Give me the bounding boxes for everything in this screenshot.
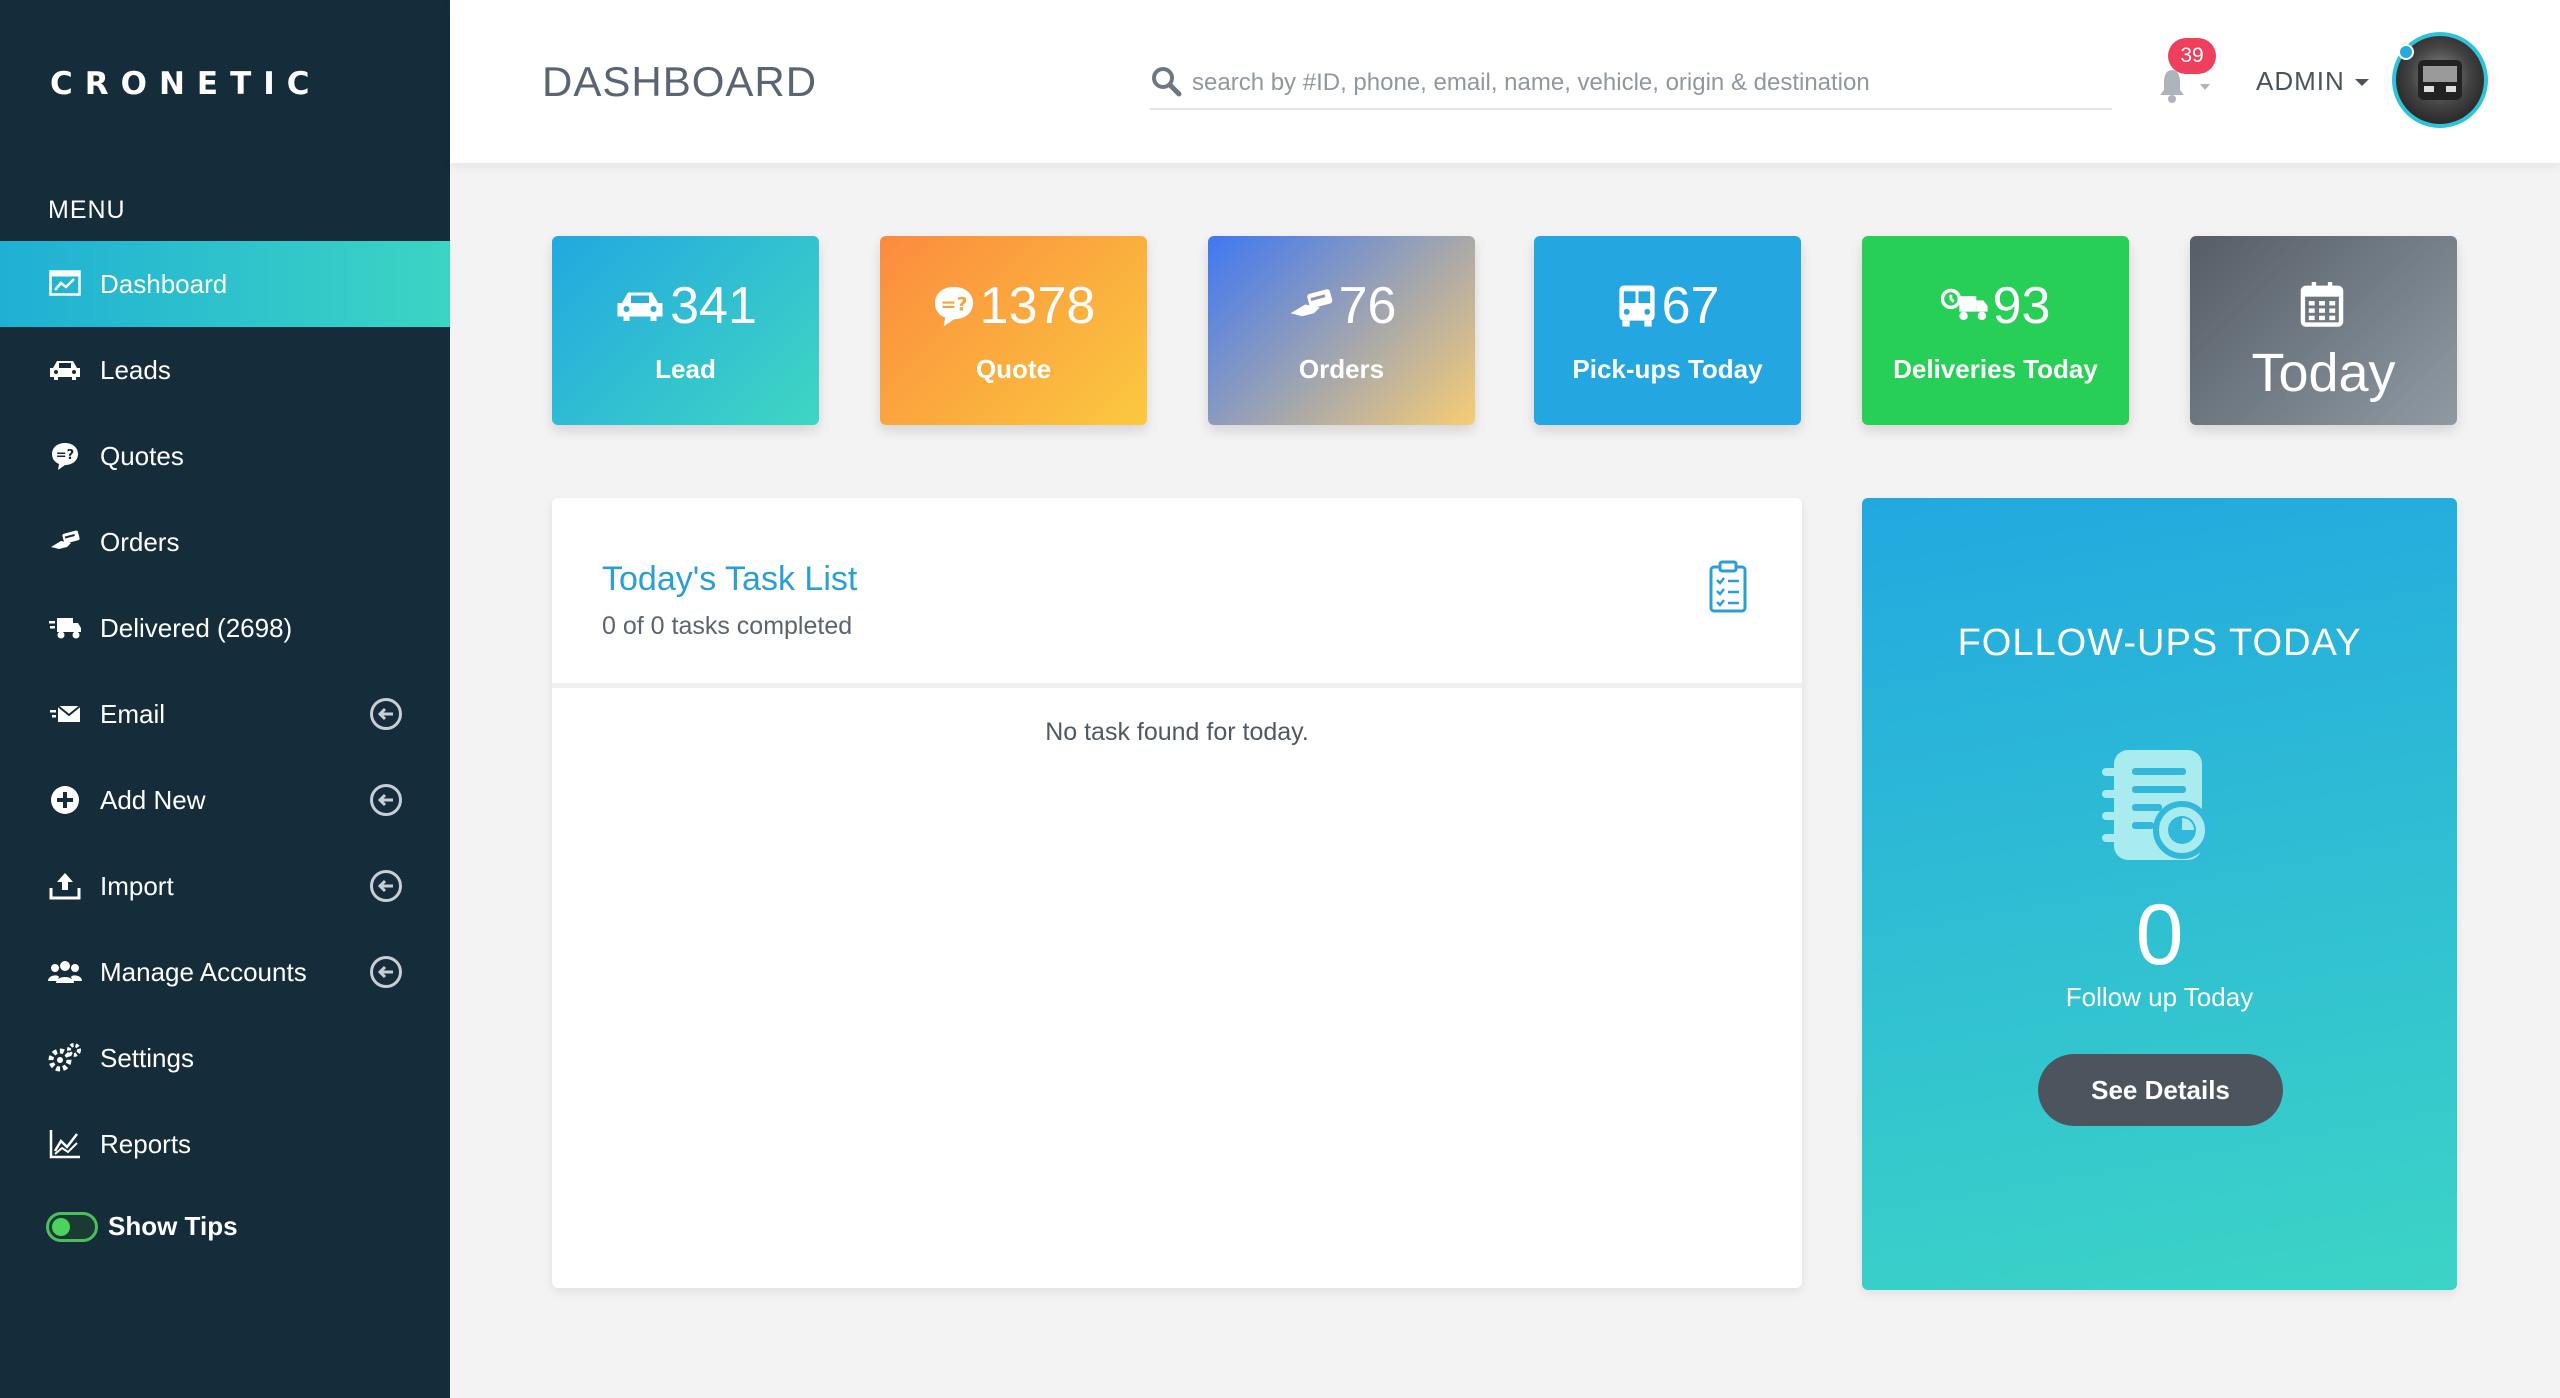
app-logo[interactable]: CRONETIC xyxy=(50,66,322,102)
empty-task-message: No task found for today. xyxy=(1045,718,1309,746)
email-icon xyxy=(48,697,82,731)
sidebar-item-label: Add New xyxy=(100,784,206,815)
sidebar-item-settings[interactable]: Settings xyxy=(0,1015,450,1101)
truck-icon xyxy=(48,611,82,645)
svg-text:=?: =? xyxy=(56,448,74,463)
upload-icon xyxy=(48,869,82,903)
calendar-icon xyxy=(2300,282,2343,327)
task-list-header: Today's Task List 0 of 0 tasks completed xyxy=(552,498,1802,688)
plus-circle-icon xyxy=(48,783,82,817)
users-icon xyxy=(48,955,82,989)
orders-count: 76 xyxy=(1338,277,1397,335)
notification-count-badge: 39 xyxy=(2168,38,2216,74)
expand-arrow-icon[interactable] xyxy=(370,956,402,988)
pickups-label: Pick-ups Today xyxy=(1572,354,1763,384)
expand-arrow-icon[interactable] xyxy=(370,698,402,730)
search-input[interactable] xyxy=(1192,69,2092,97)
sidebar-item-reports[interactable]: Reports xyxy=(0,1101,450,1187)
quote-count: 1378 xyxy=(979,277,1096,335)
today-calendar-card[interactable]: Today xyxy=(2190,236,2457,425)
sidebar-item-quotes[interactable]: =? Quotes xyxy=(0,413,450,499)
task-list-panel: Today's Task List 0 of 0 tasks completed… xyxy=(552,498,1802,1288)
user-menu[interactable]: ADMIN xyxy=(2256,66,2371,97)
pickups-count: 67 xyxy=(1661,277,1720,335)
show-tips-label: Show Tips xyxy=(108,1211,238,1241)
online-status-dot xyxy=(2398,44,2414,60)
lead-label: Lead xyxy=(655,354,716,384)
followups-panel: FOLLOW-UPS TODAY 0 Follow up Today See D… xyxy=(1862,498,2457,1290)
chart-line-icon xyxy=(48,1127,82,1161)
sidebar-item-orders[interactable]: Orders xyxy=(0,499,450,585)
deliveries-label: Deliveries Today xyxy=(1893,354,2098,384)
expand-arrow-icon[interactable] xyxy=(370,784,402,816)
orders-label: Orders xyxy=(1298,354,1385,384)
sidebar-item-delivered[interactable]: Delivered (2698) xyxy=(0,585,450,671)
sidebar-item-email[interactable]: Email xyxy=(0,671,450,757)
lead-count: 341 xyxy=(670,277,757,335)
task-list-title: Today's Task List xyxy=(602,560,858,598)
order-icon xyxy=(48,525,82,559)
pickups-stat-card[interactable]: 67 Pick-ups Today xyxy=(1534,236,1801,425)
followup-notebook-clock-icon xyxy=(2100,746,2220,871)
menu-label: MENU xyxy=(48,196,126,224)
car-icon xyxy=(617,292,663,321)
lead-stat-card[interactable]: 341 Lead xyxy=(552,236,819,425)
order-icon xyxy=(1290,289,1332,317)
task-progress-text: 0 of 0 tasks completed xyxy=(602,612,853,640)
show-tips-toggle-row: Show Tips xyxy=(46,1211,238,1242)
quote-stat-card[interactable]: =? 1378 Quote xyxy=(880,236,1147,425)
page-title: DASHBOARD xyxy=(542,58,818,105)
sidebar-nav: Dashboard Leads =? Quotes Orders Deliver… xyxy=(0,241,450,1187)
gears-icon xyxy=(48,1041,82,1075)
sidebar: CRONETIC MENU Dashboard Leads =? Quotes … xyxy=(0,0,450,1398)
followups-title: FOLLOW-UPS TODAY xyxy=(1957,622,2362,664)
car-icon xyxy=(48,353,82,387)
followup-count: 0 xyxy=(2135,887,2184,983)
search-bar xyxy=(1150,58,2112,110)
sidebar-item-leads[interactable]: Leads xyxy=(0,327,450,413)
user-name: ADMIN xyxy=(2256,66,2345,96)
sidebar-item-add-new[interactable]: Add New xyxy=(0,757,450,843)
see-details-button[interactable]: See Details xyxy=(2038,1054,2283,1126)
deliveries-stat-card[interactable]: 93 Deliveries Today xyxy=(1862,236,2129,425)
clipboard-checklist-icon[interactable] xyxy=(1708,560,1748,619)
sidebar-item-manage-accounts[interactable]: Manage Accounts xyxy=(0,929,450,1015)
sidebar-item-dashboard[interactable]: Dashboard xyxy=(0,241,450,327)
sidebar-item-label: Manage Accounts xyxy=(100,956,307,987)
sidebar-item-label: Reports xyxy=(100,1128,192,1159)
sidebar-item-label: Email xyxy=(100,698,166,729)
svg-text:=?: =? xyxy=(940,293,967,315)
sidebar-item-label: Import xyxy=(100,870,174,901)
orders-stat-card[interactable]: 76 Orders xyxy=(1208,236,1475,425)
bus-icon xyxy=(1618,285,1655,327)
quote-bubble-icon: =? xyxy=(48,439,82,473)
search-icon xyxy=(1150,65,1182,102)
sidebar-item-label: Orders xyxy=(100,526,180,557)
sidebar-item-label: Settings xyxy=(100,1042,194,1073)
sidebar-item-label: Dashboard xyxy=(100,268,228,299)
top-header: DASHBOARD 39 ADMIN xyxy=(450,0,2560,163)
sidebar-item-import[interactable]: Import xyxy=(0,843,450,929)
expand-arrow-icon[interactable] xyxy=(370,870,402,902)
delivery-truck-icon xyxy=(1940,288,1988,321)
quote-bubble-icon: =? xyxy=(934,286,973,327)
caret-down-icon xyxy=(2354,78,2369,86)
show-tips-toggle[interactable] xyxy=(46,1211,98,1242)
dashboard-icon xyxy=(48,267,82,301)
quote-label: Quote xyxy=(975,354,1052,384)
deliveries-count: 93 xyxy=(1992,277,2051,335)
today-label: Today xyxy=(2251,343,2396,403)
sidebar-item-label: Leads xyxy=(100,354,171,385)
sidebar-item-label: Delivered (2698) xyxy=(100,612,293,643)
sidebar-item-label: Quotes xyxy=(100,440,184,471)
followup-label: Follow up Today xyxy=(2065,982,2254,1012)
